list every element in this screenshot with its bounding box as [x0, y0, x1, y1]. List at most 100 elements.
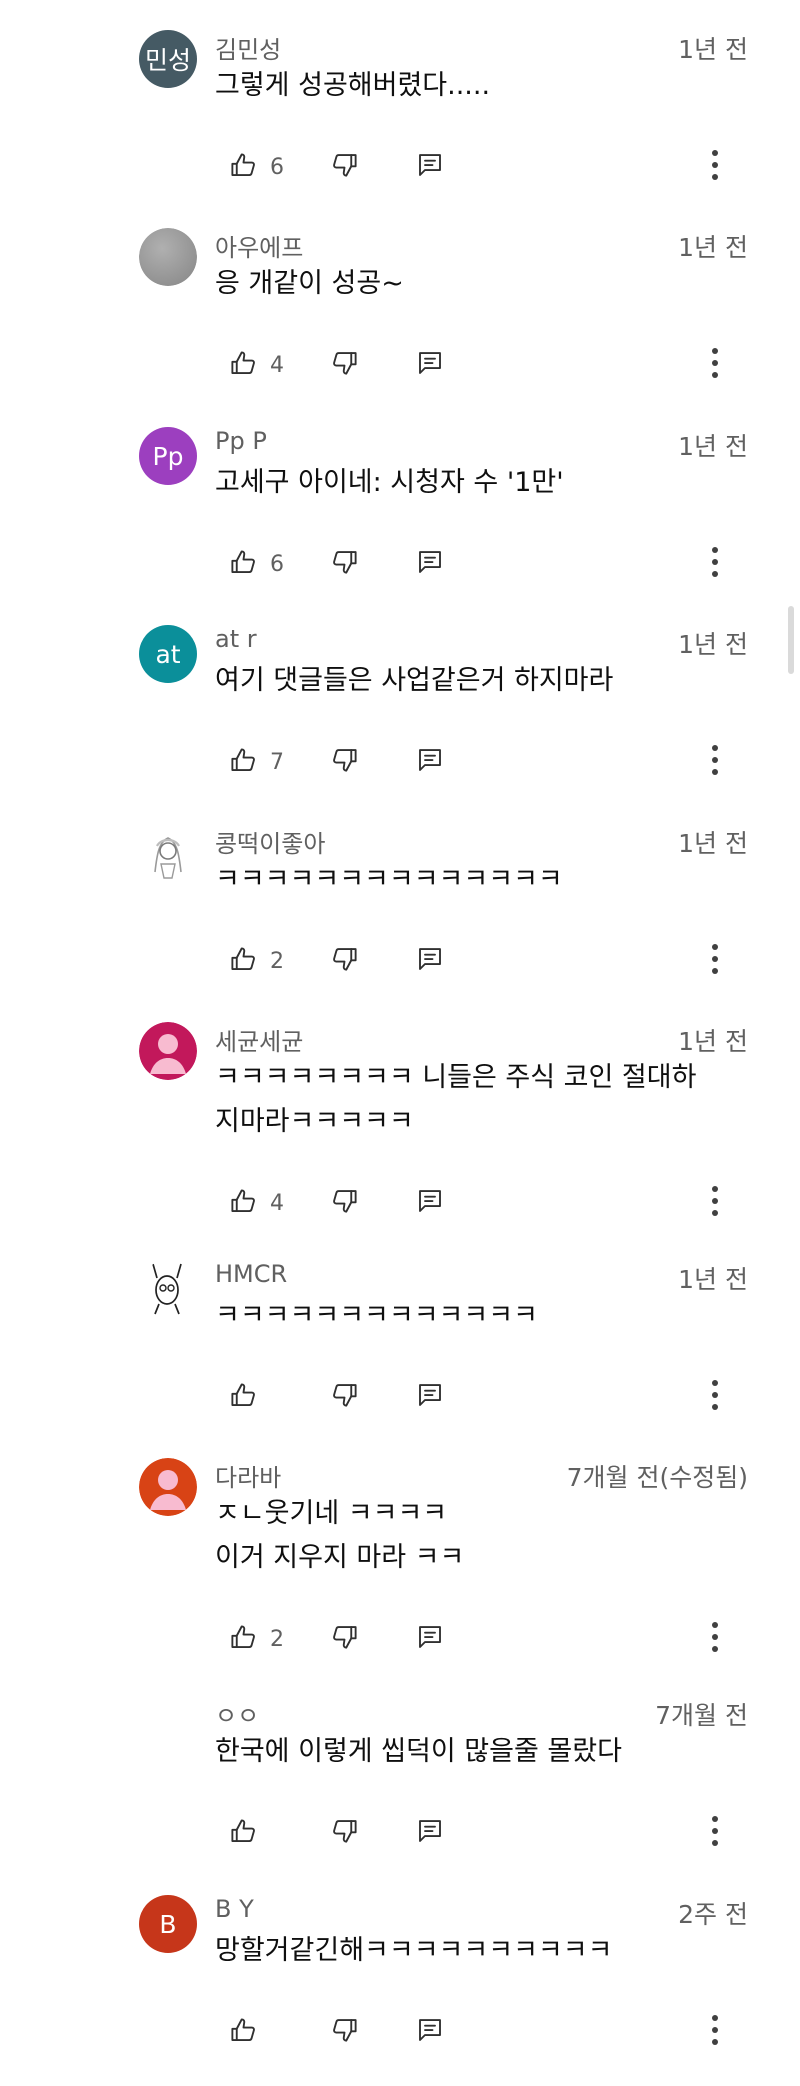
comment-time: 1년 전 — [678, 233, 748, 262]
comment-text-line: 이거 지우지 마라 ㅋㅋ — [215, 1542, 465, 1573]
like-count: 6 — [270, 154, 284, 180]
more-button[interactable] — [700, 345, 730, 385]
like-button[interactable]: 4 — [228, 1183, 284, 1223]
more-button[interactable] — [700, 1619, 730, 1659]
comment-time: 1년 전 — [678, 35, 748, 64]
avatar[interactable] — [139, 1260, 197, 1318]
more-button[interactable] — [700, 2012, 730, 2052]
scrollbar-thumb[interactable] — [788, 606, 794, 674]
comment-author[interactable]: ㅇㅇ — [215, 1696, 259, 1731]
comment-text: 그렇게 성공해버렸다..... — [215, 64, 755, 108]
reply-button[interactable] — [415, 147, 445, 187]
comment-author[interactable]: HMCR — [215, 1260, 287, 1288]
comment-text-line: 여기 댓글들은 사업같은거 하지마라 — [215, 665, 614, 696]
avatar[interactable]: 민성 — [139, 30, 197, 88]
reply-icon — [415, 1622, 445, 1656]
dislike-button[interactable] — [330, 742, 360, 782]
reply-icon — [415, 944, 445, 978]
thumbs-down-icon — [330, 944, 360, 978]
more-vert-icon — [710, 148, 720, 186]
reply-icon — [415, 1186, 445, 1220]
comment-author[interactable]: 콩떡이좋아 — [215, 824, 325, 859]
reply-button[interactable] — [415, 1813, 445, 1853]
avatar[interactable] — [139, 1022, 197, 1080]
comment-time: 7개월 전 — [655, 1701, 748, 1730]
more-button[interactable] — [700, 147, 730, 187]
like-button[interactable]: 2 — [228, 941, 284, 981]
thumbs-down-icon — [330, 1186, 360, 1220]
dislike-button[interactable] — [330, 345, 360, 385]
more-vert-icon — [710, 1184, 720, 1222]
reply-button[interactable] — [415, 345, 445, 385]
thumbs-up-icon — [228, 547, 258, 581]
comment-author[interactable]: 세균세균 — [215, 1022, 303, 1057]
comment-author[interactable]: at r — [215, 625, 257, 653]
comment-text-line: ㅋㅋㅋㅋㅋㅋㅋㅋㅋㅋㅋㅋㅋㅋ — [215, 864, 563, 895]
dislike-button[interactable] — [330, 544, 360, 584]
comment-text: ㅋㅋㅋㅋㅋㅋㅋㅋㅋㅋㅋㅋㅋ — [215, 1294, 755, 1338]
like-button[interactable]: 6 — [228, 147, 284, 187]
avatar[interactable]: B — [139, 1895, 197, 1953]
avatar[interactable] — [139, 824, 197, 882]
reply-icon — [415, 547, 445, 581]
comment-author[interactable]: B Y — [215, 1895, 254, 1923]
like-button[interactable]: 4 — [228, 345, 284, 385]
reply-button[interactable] — [415, 544, 445, 584]
comment-text: ㅋㅋㅋㅋㅋㅋㅋㅋㅋㅋㅋㅋㅋㅋ — [215, 858, 755, 902]
reply-button[interactable] — [415, 941, 445, 981]
reply-button[interactable] — [415, 1377, 445, 1417]
avatar[interactable]: Pp — [139, 427, 197, 485]
like-button[interactable]: 7 — [228, 742, 284, 782]
like-button[interactable] — [228, 1377, 258, 1417]
comment-actions — [0, 2012, 800, 2052]
comment-text: 고세구 아이네: 시청자 수 '1만' — [215, 461, 755, 505]
comment-author[interactable]: 다라바 — [215, 1458, 281, 1493]
comment-text-line: 그렇게 성공해버렸다..... — [215, 70, 491, 101]
avatar[interactable] — [139, 1458, 197, 1516]
reply-button[interactable] — [415, 2012, 445, 2052]
reply-button[interactable] — [415, 1619, 445, 1659]
avatar-initials: B — [159, 1909, 177, 1939]
more-button[interactable] — [700, 1377, 730, 1417]
dislike-button[interactable] — [330, 1813, 360, 1853]
more-button[interactable] — [700, 742, 730, 782]
more-vert-icon — [710, 942, 720, 980]
reply-icon — [415, 348, 445, 382]
like-button[interactable] — [228, 1813, 258, 1853]
thumbs-up-icon — [228, 2015, 258, 2049]
thumbs-up-icon — [228, 944, 258, 978]
reply-button[interactable] — [415, 1183, 445, 1223]
thumbs-down-icon — [330, 1622, 360, 1656]
avatar[interactable]: at — [139, 625, 197, 683]
comment-text-line: ㅋㅋㅋㅋㅋㅋㅋㅋㅋㅋㅋㅋㅋ — [215, 1300, 538, 1331]
like-count: 4 — [270, 352, 284, 378]
like-button[interactable]: 6 — [228, 544, 284, 584]
comment-text: ㅋㅋㅋㅋㅋㅋㅋㅋ 니들은 주식 코인 절대하 지마라ㅋㅋㅋㅋㅋ — [215, 1056, 755, 1144]
dislike-button[interactable] — [330, 1619, 360, 1659]
more-button[interactable] — [700, 1813, 730, 1853]
reply-button[interactable] — [415, 742, 445, 782]
more-button[interactable] — [700, 941, 730, 981]
avatar[interactable] — [139, 228, 197, 286]
like-button[interactable] — [228, 2012, 258, 2052]
thumbs-down-icon — [330, 348, 360, 382]
more-button[interactable] — [700, 544, 730, 584]
dislike-button[interactable] — [330, 1183, 360, 1223]
thumbs-down-icon — [330, 745, 360, 779]
avatar-initials: at — [155, 639, 181, 669]
comment-time: 1년 전 — [678, 1027, 748, 1056]
comment-text: ㅈㄴ웃기네 ㅋㅋㅋㅋ 이거 지우지 마라 ㅋㅋ — [215, 1492, 755, 1580]
thumbs-down-icon — [330, 547, 360, 581]
comment-author[interactable]: Pp P — [215, 427, 267, 455]
comment-author[interactable]: 아우에프 — [215, 228, 303, 263]
dislike-button[interactable] — [330, 2012, 360, 2052]
more-button[interactable] — [700, 1183, 730, 1223]
dislike-button[interactable] — [330, 147, 360, 187]
dislike-button[interactable] — [330, 941, 360, 981]
dislike-button[interactable] — [330, 1377, 360, 1417]
more-vert-icon — [710, 346, 720, 384]
comment-time: 1년 전 — [678, 432, 748, 461]
like-button[interactable]: 2 — [228, 1619, 284, 1659]
comment-author[interactable]: 김민성 — [215, 30, 281, 65]
thumbs-up-icon — [228, 150, 258, 184]
